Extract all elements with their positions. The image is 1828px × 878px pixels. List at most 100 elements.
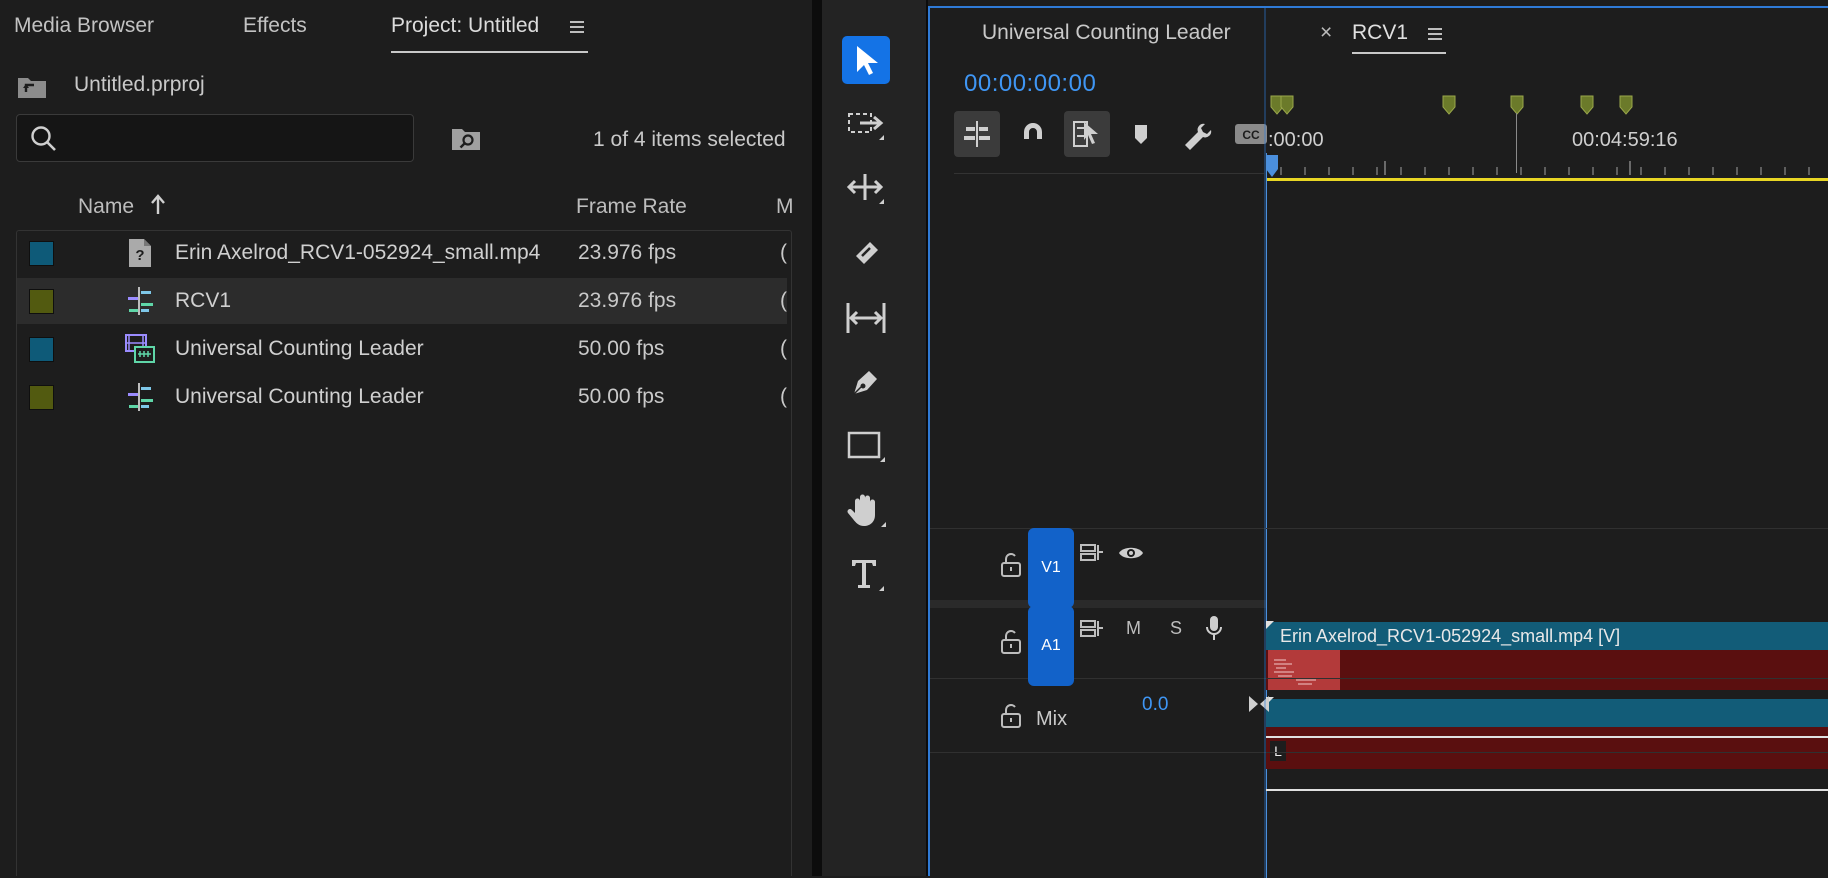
type-tool-icon[interactable] — [842, 550, 890, 598]
lock-track-icon[interactable] — [1000, 553, 1022, 577]
work-area-bar[interactable] — [1266, 178, 1828, 181]
mix-level-line[interactable] — [1266, 789, 1828, 791]
panel-menu-icon[interactable] — [1426, 25, 1444, 43]
solo-track-button[interactable]: S — [1170, 618, 1182, 639]
slip-tool-icon[interactable] — [842, 294, 890, 342]
go-to-end-icon[interactable] — [1248, 694, 1270, 714]
lock-track-icon[interactable] — [1000, 630, 1022, 654]
toggle-track-output-eye-icon[interactable] — [1118, 544, 1144, 562]
mute-track-button[interactable]: M — [1126, 618, 1141, 639]
audio-clip[interactable] — [1266, 727, 1828, 769]
video-clip[interactable] — [1266, 650, 1828, 690]
sequence-icon — [125, 382, 155, 412]
sync-lock-icon[interactable] — [1080, 618, 1104, 638]
sequence-icon — [125, 286, 155, 316]
missing-media-icon: ? — [125, 238, 155, 268]
marker-icon[interactable] — [1280, 95, 1294, 115]
time-ruler[interactable] — [1266, 161, 1828, 175]
tab-project[interactable]: Project: Untitled — [391, 14, 539, 38]
panel-divider[interactable] — [812, 0, 822, 876]
add-marker-icon[interactable] — [1118, 111, 1164, 157]
marker-icon[interactable] — [1510, 95, 1524, 115]
marker-icon[interactable] — [1442, 95, 1456, 115]
parent-bin-icon[interactable] — [16, 74, 48, 100]
ripple-edit-tool-icon[interactable] — [842, 164, 890, 212]
project-file-name: Untitled.prproj — [74, 73, 205, 96]
mix-volume-value[interactable]: 0.0 — [1142, 694, 1168, 716]
sequence-nest-toggle-icon[interactable] — [954, 111, 1000, 157]
item-media-start: ( — [780, 289, 787, 312]
search-icon — [30, 125, 58, 153]
clip-corner-icon — [1266, 621, 1274, 629]
list-item[interactable]: Universal Counting Leader 50.00 fps ( — [17, 326, 787, 372]
razor-tool-icon[interactable] — [842, 230, 890, 278]
label-color-swatch[interactable] — [29, 289, 54, 314]
track-target-v1[interactable]: V1 — [1028, 528, 1074, 608]
tab-media-browser[interactable]: Media Browser — [14, 14, 154, 38]
track-divider-bar[interactable] — [930, 600, 1266, 608]
list-item[interactable]: RCV1 23.976 fps ( — [17, 278, 787, 324]
track-select-tool-icon[interactable] — [842, 102, 890, 150]
playhead-line[interactable] — [1266, 153, 1267, 878]
sort-ascending-icon[interactable] — [150, 194, 166, 216]
item-name: Universal Counting Leader — [175, 337, 424, 360]
tab-rcv1[interactable]: RCV1 — [1352, 21, 1408, 45]
panel-menu-icon[interactable] — [568, 18, 586, 36]
item-frame-rate: 50.00 fps — [578, 385, 665, 408]
list-item[interactable]: Universal Counting Leader 50.00 fps ( — [17, 374, 787, 420]
playhead-handle-icon[interactable] — [1266, 155, 1278, 177]
item-name: Universal Counting Leader — [175, 385, 424, 408]
lock-track-icon[interactable] — [1000, 704, 1022, 728]
audio-channel-badge: L — [1270, 741, 1286, 761]
timeline-settings-wrench-icon[interactable] — [1173, 111, 1219, 157]
tools-panel — [822, 0, 926, 876]
item-name: Erin Axelrod_RCV1-052924_small.mp4 — [175, 241, 541, 264]
video-clip-title[interactable]: Erin Axelrod_RCV1-052924_small.mp4 [V] — [1266, 622, 1828, 650]
pen-tool-icon[interactable] — [842, 358, 890, 406]
project-panel: Media Browser Effects Project: Untitled … — [0, 0, 812, 876]
voice-over-record-icon[interactable] — [1204, 614, 1224, 642]
active-tab-indicator — [391, 51, 588, 53]
item-frame-rate: 50.00 fps — [578, 337, 665, 360]
column-header-media-start[interactable]: M — [776, 195, 794, 219]
audio-clip-waveform-line — [1266, 736, 1828, 738]
item-frame-rate: 23.976 fps — [578, 241, 677, 264]
list-item[interactable]: ? Erin Axelrod_RCV1-052924_small.mp4 23.… — [17, 230, 787, 276]
item-media-start: ( — [780, 337, 787, 360]
close-tab-icon[interactable]: × — [1320, 21, 1332, 45]
active-tab-indicator — [1352, 52, 1446, 54]
ruler-label: :00:00 — [1268, 129, 1324, 151]
timeline-panel: Universal Counting Leader × RCV1 00:00:0… — [928, 6, 1828, 878]
selection-tool-icon[interactable] — [842, 36, 890, 84]
item-frame-rate: 23.976 fps — [578, 289, 677, 312]
label-color-swatch[interactable] — [29, 385, 54, 410]
selection-status: 1 of 4 items selected — [593, 128, 786, 151]
label-color-swatch[interactable] — [29, 241, 54, 266]
track-target-a1[interactable]: A1 — [1028, 606, 1074, 686]
column-header-frame-rate[interactable]: Frame Rate — [576, 195, 687, 219]
column-header-name[interactable]: Name — [78, 195, 134, 219]
snap-magnet-icon[interactable] — [1010, 111, 1056, 157]
marker-icon[interactable] — [1580, 95, 1594, 115]
tab-universal-counting-leader[interactable]: Universal Counting Leader — [982, 21, 1231, 45]
toolbar-separator — [954, 173, 1264, 174]
audio-clip-title[interactable] — [1266, 699, 1828, 727]
item-media-start: ( — [780, 241, 787, 264]
tab-effects[interactable]: Effects — [243, 14, 307, 38]
item-name: RCV1 — [175, 289, 232, 312]
find-icon[interactable] — [451, 126, 481, 152]
sync-lock-icon[interactable] — [1080, 542, 1104, 562]
playhead-timecode[interactable]: 00:00:00:00 — [964, 70, 1096, 98]
clip-thumbnail — [1268, 650, 1340, 690]
linked-selection-icon[interactable] — [1064, 111, 1110, 157]
hand-tool-icon[interactable] — [842, 486, 890, 534]
timeline-track-area[interactable]: :00:00 00:04:59:16 Erin Axelrod_RCV1-052… — [1266, 93, 1828, 878]
label-color-swatch[interactable] — [29, 337, 54, 362]
search-field[interactable] — [16, 114, 414, 162]
track-header-divider[interactable] — [1264, 8, 1266, 878]
rectangle-tool-icon[interactable] — [842, 422, 890, 470]
track-separator — [930, 752, 1828, 753]
item-media-start: ( — [780, 385, 787, 408]
marker-icon[interactable] — [1619, 95, 1633, 115]
ruler-label: 00:04:59:16 — [1572, 129, 1678, 151]
